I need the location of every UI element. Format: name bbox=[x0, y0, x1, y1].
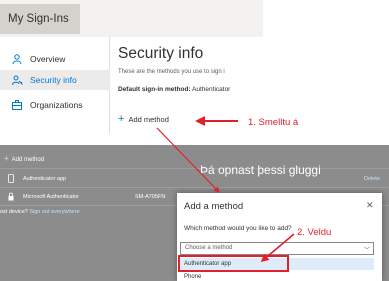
sidebar-item-security-info[interactable]: Security info bbox=[0, 70, 110, 90]
overlay-message: Þá opnast þessi gluggi bbox=[200, 163, 321, 177]
plus-icon: + bbox=[4, 154, 9, 163]
background-add-method: + Add method bbox=[4, 154, 44, 163]
sidebar-item-label: Security info bbox=[30, 75, 77, 85]
annotation-step-1: 1. Smelltu á bbox=[248, 117, 299, 128]
plus-icon: + bbox=[118, 113, 125, 125]
add-method-label: Add method bbox=[128, 114, 169, 124]
method-row: Authenticator app Delete bbox=[0, 172, 389, 186]
chevron-down-icon: ﹀ bbox=[364, 248, 371, 254]
sidebar-item-organizations[interactable]: Organizations bbox=[0, 95, 110, 115]
dialog-title: Add a method bbox=[184, 201, 244, 212]
highlight-box bbox=[178, 255, 289, 272]
top-screenshot: My Sign-Ins Overview Security info Organ… bbox=[0, 0, 263, 133]
bottom-screenshot: + Add method Authenticator app Delete Mic… bbox=[0, 145, 389, 281]
page-subtitle: These are the methods you use to sign i bbox=[118, 69, 225, 75]
background-add-method-label: Add method bbox=[11, 157, 45, 163]
app-header: My Sign-Ins bbox=[0, 0, 263, 37]
briefcase-icon bbox=[12, 100, 23, 111]
sidebar-item-label: Overview bbox=[30, 54, 66, 64]
dialog-question: Which method would you like to add? bbox=[184, 225, 292, 232]
method-phone: SM-A705FN bbox=[135, 194, 166, 200]
option-phone[interactable]: Phone bbox=[180, 271, 374, 281]
lost-device-text: ost device? bbox=[0, 209, 28, 215]
default-sign-in-method: Default sign-in method: Authenticator bbox=[118, 86, 230, 93]
sign-out-everywhere-link[interactable]: Sign out everywhere bbox=[29, 209, 79, 215]
tab-my-sign-ins[interactable]: My Sign-Ins bbox=[0, 4, 80, 34]
main-content: Security info These are the methods you … bbox=[110, 37, 263, 133]
select-placeholder: Choose a method bbox=[185, 245, 233, 251]
default-method-label: Default sign-in method: bbox=[118, 86, 191, 93]
method-select[interactable]: Choose a method ﹀ bbox=[180, 242, 374, 255]
lost-device-line: ost device? Sign out everywhere bbox=[0, 209, 80, 215]
page-title: Security info bbox=[118, 45, 204, 62]
default-method-value: Authenticator bbox=[192, 86, 231, 93]
delete-link[interactable]: Delete bbox=[364, 176, 380, 182]
phone-icon bbox=[8, 174, 14, 185]
add-method-button[interactable]: + Add method bbox=[118, 110, 169, 128]
annotation-step-2: 2. Veldu bbox=[297, 227, 332, 238]
person-icon bbox=[12, 54, 23, 65]
method-name: Authenticator app bbox=[23, 176, 67, 182]
sidebar-item-label: Organizations bbox=[30, 100, 83, 110]
lock-icon bbox=[8, 192, 14, 203]
close-icon[interactable]: ✕ bbox=[366, 200, 374, 211]
divider bbox=[0, 187, 389, 188]
divider bbox=[0, 168, 389, 169]
sidebar: Overview Security info Organizations bbox=[0, 37, 110, 133]
key-person-icon bbox=[12, 75, 23, 86]
method-name: Microsoft Authenticator bbox=[23, 194, 79, 200]
sidebar-item-overview[interactable]: Overview bbox=[0, 49, 110, 69]
